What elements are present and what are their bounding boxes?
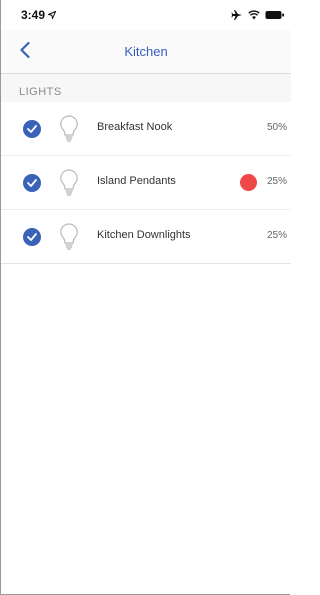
list-item-kitchen-downlights[interactable]: Kitchen Downlights 25% xyxy=(1,210,291,264)
lightbulb-icon xyxy=(59,223,79,251)
light-level: 50% xyxy=(266,122,287,133)
page-title: Kitchen xyxy=(124,44,168,59)
wifi-icon xyxy=(248,10,260,20)
phone-screen: 3:49 Kitchen LIGHTS Breakfast Nook 50% I… xyxy=(0,0,291,595)
status-time: 3:49 xyxy=(21,8,46,22)
checkmark-icon[interactable] xyxy=(23,228,41,246)
status-bar: 3:49 xyxy=(1,0,291,30)
battery-icon xyxy=(265,10,285,20)
checkmark-icon[interactable] xyxy=(23,120,41,138)
navigation-bar: Kitchen xyxy=(1,30,291,74)
light-name: Island Pendants xyxy=(97,175,176,187)
list-item-breakfast-nook[interactable]: Breakfast Nook 50% xyxy=(1,102,291,156)
list-item-island-pendants[interactable]: Island Pendants 25% xyxy=(1,156,291,210)
section-header: LIGHTS xyxy=(19,86,62,98)
light-level: 25% xyxy=(266,230,287,241)
light-name: Kitchen Downlights xyxy=(97,229,191,241)
lightbulb-icon xyxy=(59,115,79,143)
light-level: 25% xyxy=(266,176,287,187)
lightbulb-icon xyxy=(59,169,79,197)
status-icons xyxy=(231,9,285,21)
lights-list: Breakfast Nook 50% Island Pendants 25% K… xyxy=(1,102,291,264)
checkmark-icon[interactable] xyxy=(23,174,41,192)
light-name: Breakfast Nook xyxy=(97,121,173,133)
color-dot[interactable] xyxy=(240,174,257,191)
main-content: LIGHTS Breakfast Nook 50% Island Pendant… xyxy=(1,74,291,594)
location-arrow-icon xyxy=(46,8,57,22)
empty-area xyxy=(1,264,291,594)
airplane-icon xyxy=(231,9,243,21)
status-time-group: 3:49 xyxy=(21,8,57,22)
